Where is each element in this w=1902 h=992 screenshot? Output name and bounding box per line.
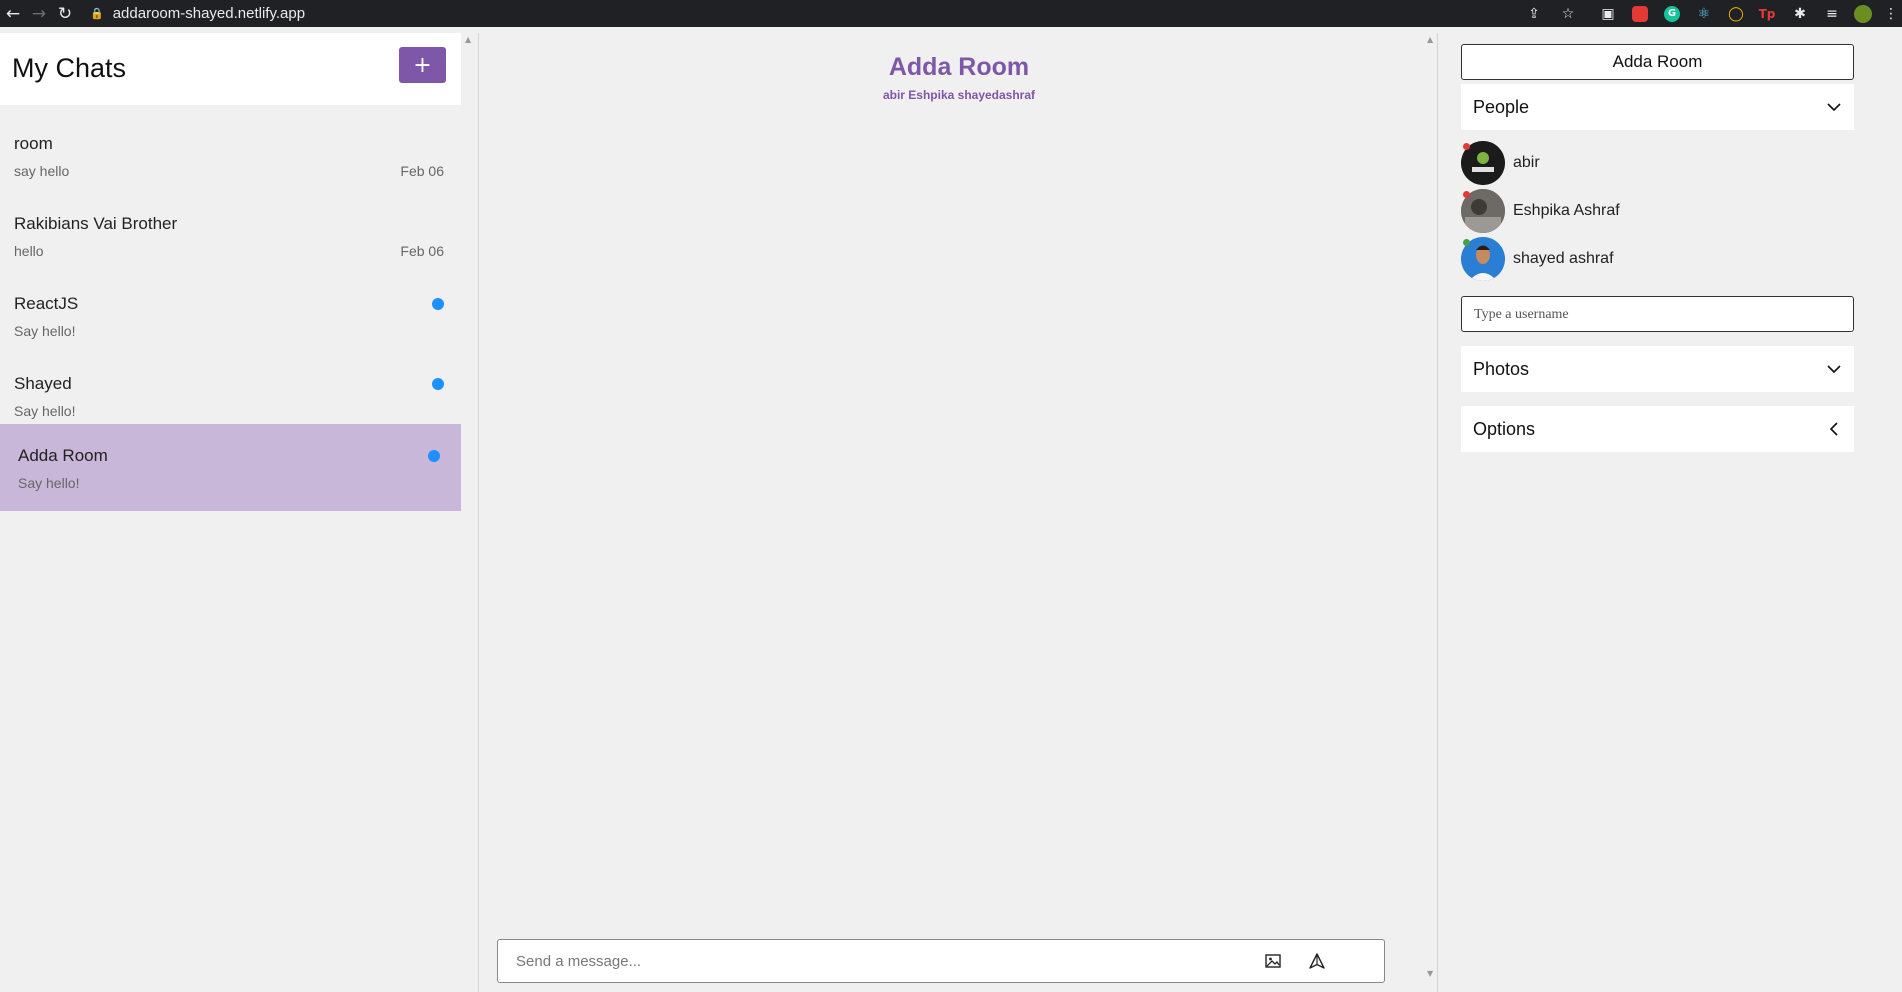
options-section-title: Options — [1473, 419, 1536, 439]
reload-icon[interactable]: ↻ — [52, 0, 78, 27]
room-name-field[interactable]: Adda Room — [1461, 44, 1854, 80]
chat-preview: Say hello! — [18, 475, 80, 491]
scroll-up-icon[interactable]: ▲ — [465, 35, 471, 44]
photos-section-title: Photos — [1473, 359, 1530, 379]
chat-preview: hello — [14, 243, 44, 259]
send-icon[interactable] — [1308, 952, 1326, 970]
chat-title: Adda Room — [888, 53, 1030, 81]
chat-preview: say hello — [14, 163, 70, 179]
extension-circle-icon[interactable]: ◯ — [1726, 0, 1746, 27]
person-name: Eshpika Ashraf — [1513, 202, 1620, 219]
chat-preview: Say hello! — [14, 323, 76, 339]
options-section-header[interactable]: Options — [1461, 406, 1854, 452]
person-row[interactable]: Eshpika Ashraf — [1461, 189, 1854, 233]
chevron-down-icon — [1827, 365, 1841, 374]
chat-list-title: My Chats — [12, 53, 127, 83]
chat-list-item[interactable]: room say hello Feb 06 — [0, 116, 461, 202]
address-bar[interactable]: 🔒 addaroom-shayed.netlify.app — [90, 0, 305, 27]
image-upload-icon[interactable] — [1264, 952, 1282, 970]
people-section-title: People — [1473, 97, 1530, 117]
unread-indicator — [432, 378, 444, 390]
add-member-field — [1461, 296, 1854, 332]
profile-avatar-icon[interactable] — [1852, 0, 1874, 27]
new-chat-button[interactable]: + — [399, 47, 446, 83]
username-input[interactable] — [1474, 304, 1834, 326]
person-name: abir — [1513, 154, 1540, 171]
chevron-down-icon — [1827, 103, 1841, 112]
people-section-header[interactable]: People — [1461, 84, 1854, 130]
scroll-down-icon[interactable]: ▼ — [1427, 969, 1433, 978]
status-indicator — [1463, 143, 1470, 150]
chat-app: My Chats + room say hello Feb 06 Rakibia… — [0, 33, 1902, 992]
chat-name: ReactJS — [14, 294, 79, 313]
forward-icon[interactable]: → — [26, 0, 52, 27]
chat-name: Shayed — [14, 374, 72, 393]
chat-list-panel: My Chats + room say hello Feb 06 Rakibia… — [0, 33, 471, 992]
unread-indicator — [428, 450, 440, 462]
chat-feed: Adda Room abir Eshpika shayedashraf ▲ ▼ — [478, 33, 1438, 992]
reading-list-icon[interactable]: ≡ — [1822, 0, 1842, 27]
chat-feed-scrollbar[interactable]: ▲ ▼ — [1425, 33, 1439, 992]
person-row[interactable]: abir — [1461, 141, 1854, 185]
status-indicator — [1463, 191, 1470, 198]
chat-list-scrollbar[interactable]: ▲ — [463, 33, 477, 992]
chat-settings-panel: Adda Room People abir Eshpika Ashraf sha… — [1438, 33, 1902, 992]
share-icon[interactable]: ⇪ — [1524, 0, 1544, 27]
person-name: shayed ashraf — [1513, 250, 1614, 267]
bookmark-star-icon[interactable]: ☆ — [1558, 0, 1578, 27]
chat-list-item-active[interactable]: Adda Room Say hello! — [0, 424, 461, 511]
browser-toolbar: ← → ↻ 🔒 addaroom-shayed.netlify.app ⇪ ☆ … — [0, 0, 1902, 27]
photos-section-header[interactable]: Photos — [1461, 346, 1854, 392]
chat-name: room — [14, 134, 53, 153]
url-text: addaroom-shayed.netlify.app — [112, 5, 306, 22]
back-icon[interactable]: ← — [0, 0, 26, 27]
person-row[interactable]: shayed ashraf — [1461, 237, 1854, 281]
message-composer — [497, 939, 1385, 983]
chat-name: Adda Room — [18, 446, 108, 465]
extension-tp-icon[interactable]: Tp — [1756, 0, 1778, 27]
message-input[interactable] — [516, 948, 1216, 974]
status-indicator — [1463, 239, 1470, 246]
camera-icon[interactable]: ▣ — [1598, 0, 1618, 27]
chevron-left-icon — [1829, 422, 1838, 436]
react-devtools-icon[interactable]: ⚛ — [1694, 0, 1714, 27]
chat-date: Feb 06 — [400, 163, 444, 179]
unread-indicator — [432, 298, 444, 310]
grammarly-icon[interactable]: G — [1662, 0, 1682, 27]
chat-members: abir Eshpika shayedashraf — [882, 88, 1036, 102]
browser-menu-icon[interactable]: ⋮ — [1884, 0, 1898, 27]
lock-icon: 🔒 — [90, 7, 104, 20]
chat-date: Feb 06 — [400, 243, 444, 259]
chat-list-header: My Chats + — [0, 33, 461, 105]
chat-preview: Say hello! — [14, 403, 76, 419]
chat-name: Rakibians Vai Brother — [14, 214, 178, 233]
chat-list-item[interactable]: Rakibians Vai Brother hello Feb 06 — [0, 196, 461, 282]
scroll-up-icon[interactable]: ▲ — [1427, 35, 1433, 44]
chat-list-item[interactable]: ReactJS Say hello! — [0, 276, 461, 362]
extension-red-icon[interactable] — [1630, 0, 1650, 27]
extensions-puzzle-icon[interactable]: ✱ — [1790, 0, 1810, 27]
